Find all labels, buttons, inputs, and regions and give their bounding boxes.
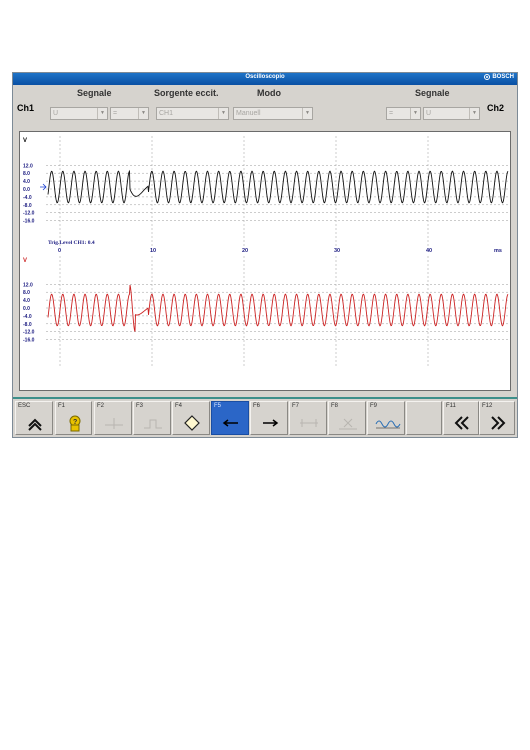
function-key-toolbar: ESC F1? F2 F3 F4 F5 F6 F7 F8 F9 F11 F12 bbox=[13, 397, 517, 437]
fkey-label: ESC bbox=[18, 403, 31, 409]
fkey-label: F7 bbox=[292, 403, 300, 409]
fkey-label: F5 bbox=[214, 403, 222, 409]
ch1-y-tick-label: 8.0 bbox=[23, 171, 30, 177]
ch1-y-tick-label: -4.0 bbox=[23, 195, 32, 201]
svg-text:?: ? bbox=[73, 419, 77, 426]
trigger-source-value: CH1 bbox=[159, 110, 174, 117]
ch1-signal-value: U bbox=[53, 110, 59, 117]
fkey-label: F4 bbox=[175, 403, 183, 409]
chevron-down-icon: ▼ bbox=[138, 108, 148, 119]
scope-traces: V 12.0 8.0 4.0 0.0 -4.0 -8.0 -12.0 -16.0 V 12.0 8.0… bbox=[23, 136, 509, 366]
bosch-logo-text: BOSCH bbox=[492, 74, 514, 80]
bosch-logo: BOSCH bbox=[484, 74, 514, 80]
double-left-chevron-icon bbox=[444, 414, 478, 432]
trigger-level-text: Trig.Level CH1: 0.4 bbox=[48, 240, 95, 246]
ch2-y-tick-label: 0.0 bbox=[23, 306, 30, 312]
ch1-y-tick-label: 4.0 bbox=[23, 179, 30, 185]
fkey-label: F6 bbox=[253, 403, 261, 409]
ch2-y-tick-label: -12.0 bbox=[23, 330, 35, 336]
trigger-marker-icon bbox=[40, 183, 47, 191]
ch2-signal-value: U bbox=[426, 110, 432, 117]
x-tick-label: 10 bbox=[150, 248, 156, 254]
x-tick-label: 0 bbox=[58, 248, 61, 254]
ch1-waveform bbox=[47, 169, 509, 204]
ch2-y-tick-label: -16.0 bbox=[23, 338, 35, 344]
ch1-y-tick-label: -8.0 bbox=[23, 203, 32, 209]
fkey-f3-button[interactable]: F3 bbox=[133, 401, 171, 435]
empty-key-slot bbox=[406, 401, 442, 435]
ch1-label: Ch1 bbox=[17, 103, 35, 113]
bosch-armature-icon bbox=[484, 74, 491, 80]
oscilloscope-window: Oscilloscopio BOSCH Ch1 Segnale Sorgente… bbox=[12, 72, 518, 438]
ch1-coupling-value: = bbox=[113, 110, 118, 117]
title-bar: Oscilloscopio BOSCH bbox=[13, 73, 517, 85]
modo-value: Manuell bbox=[236, 110, 261, 117]
channel-settings-header: Ch1 Segnale Sorgente eccit. Modo Segnale… bbox=[13, 85, 517, 131]
chevron-down-icon: ▼ bbox=[302, 108, 312, 119]
fkey-f5-button[interactable]: F5 bbox=[211, 401, 249, 435]
fkey-label: F12 bbox=[482, 403, 493, 409]
fkey-f4-button[interactable]: F4 bbox=[172, 401, 210, 435]
ch2-y-tick-label: 12.0 bbox=[23, 282, 33, 288]
fkey-f12-button[interactable]: F12 bbox=[479, 401, 515, 435]
ch1-y-tick-label: 12.0 bbox=[23, 163, 33, 169]
fkey-label: F2 bbox=[97, 403, 105, 409]
fkey-label: F1 bbox=[58, 403, 66, 409]
ch2-y-tick-label: -8.0 bbox=[23, 322, 32, 328]
arrow-left-icon bbox=[212, 414, 248, 432]
oscilloscope-display[interactable]: V 12.0 8.0 4.0 0.0 -4.0 -8.0 -12.0 -16.0 V 12.0 8.0… bbox=[19, 131, 511, 391]
chevron-down-icon: ▼ bbox=[218, 108, 228, 119]
fkey-f2-button[interactable]: F2 bbox=[94, 401, 132, 435]
help-person-icon: ? bbox=[56, 414, 91, 432]
ch1-coupling-select[interactable]: = ▼ bbox=[110, 107, 149, 120]
fkey-label: F11 bbox=[446, 403, 456, 409]
x-tick-label: 20 bbox=[242, 248, 248, 254]
fkey-f9-button[interactable]: F9 bbox=[367, 401, 405, 435]
segnale-left-label: Segnale bbox=[77, 88, 112, 98]
disabled-x-icon bbox=[329, 414, 365, 432]
sorgente-label: Sorgente eccit. bbox=[154, 88, 219, 98]
ch1-y-tick-label: 0.0 bbox=[23, 187, 30, 193]
ch1-y-tick-label: -16.0 bbox=[23, 219, 35, 225]
window-title: Oscilloscopio bbox=[245, 74, 285, 80]
diamond-icon bbox=[173, 414, 209, 432]
ch2-y-tick-label: 4.0 bbox=[23, 298, 30, 304]
ch1-signal-select[interactable]: U ▼ bbox=[50, 107, 108, 120]
chevron-down-icon: ▼ bbox=[469, 108, 479, 119]
modo-label: Modo bbox=[257, 88, 281, 98]
chevron-down-icon: ▼ bbox=[97, 108, 107, 119]
arrow-right-icon bbox=[251, 414, 287, 432]
double-right-chevron-icon bbox=[480, 414, 514, 432]
fkey-f6-button[interactable]: F6 bbox=[250, 401, 288, 435]
ch2-coupling-select[interactable]: = ▼ bbox=[386, 107, 421, 120]
ch2-y-tick-label: -4.0 bbox=[23, 314, 32, 320]
modo-select[interactable]: Manuell ▼ bbox=[233, 107, 313, 120]
fkey-esc-button[interactable]: ESC bbox=[15, 401, 53, 435]
fkey-label: F3 bbox=[136, 403, 144, 409]
ch2-unit-label: V bbox=[23, 258, 27, 264]
fkey-f1-button[interactable]: F1? bbox=[55, 401, 92, 435]
ch1-unit-label: V bbox=[23, 138, 27, 144]
fkey-label: F8 bbox=[331, 403, 339, 409]
fkey-f8-button[interactable]: F8 bbox=[328, 401, 366, 435]
ch2-coupling-value: = bbox=[389, 110, 394, 117]
disabled-measure-icon bbox=[290, 414, 326, 432]
fkey-f11-button[interactable]: F11 bbox=[443, 401, 479, 435]
chevron-down-icon: ▼ bbox=[410, 108, 420, 119]
x-tick-label: 40 bbox=[426, 248, 432, 254]
ch2-signal-select[interactable]: U ▼ bbox=[423, 107, 480, 120]
ch1-y-tick-label: -12.0 bbox=[23, 211, 35, 217]
segnale-right-label: Segnale bbox=[415, 88, 450, 98]
disabled-cursor-icon bbox=[95, 414, 131, 432]
waveform-icon bbox=[368, 414, 404, 432]
fkey-label: F9 bbox=[370, 403, 378, 409]
fkey-f7-button[interactable]: F7 bbox=[289, 401, 327, 435]
disabled-trigger-icon bbox=[134, 414, 170, 432]
ch2-label: Ch2 bbox=[487, 103, 505, 113]
double-up-chevron-icon bbox=[16, 414, 52, 432]
x-unit-label: ms bbox=[494, 248, 502, 254]
x-tick-label: 30 bbox=[334, 248, 340, 254]
trigger-source-select[interactable]: CH1 ▼ bbox=[156, 107, 229, 120]
ch2-y-tick-label: 8.0 bbox=[23, 290, 30, 296]
